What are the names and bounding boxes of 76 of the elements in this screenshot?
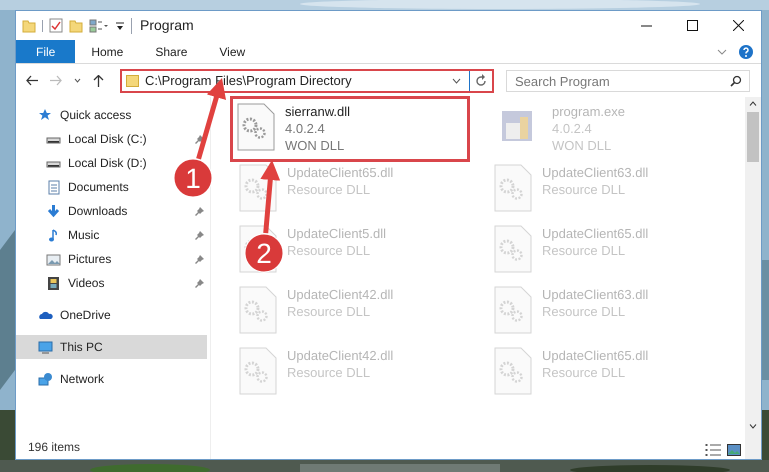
- pc-icon: [38, 340, 53, 354]
- gear-file-icon: [239, 347, 277, 395]
- file-detail: Resource DLL: [287, 364, 372, 381]
- help-icon[interactable]: [739, 44, 753, 58]
- video-icon: [46, 276, 61, 290]
- close-icon: [732, 20, 744, 31]
- file-detail: Resource DLL: [287, 181, 372, 198]
- ribbon-tab[interactable]: File: [16, 40, 76, 63]
- details-view-icon[interactable]: [705, 444, 721, 456]
- refresh-icon[interactable]: [475, 74, 487, 87]
- gear-file-icon: [494, 164, 532, 212]
- ribbon-tab[interactable]: View: [203, 40, 262, 63]
- pin-icon[interactable]: [195, 254, 204, 264]
- annotation-badge: [174, 158, 212, 198]
- gear-file-icon: [494, 225, 532, 273]
- dropdown-icon[interactable]: [115, 20, 125, 30]
- chevron-down-icon[interactable]: [452, 78, 461, 84]
- ribbon-tab[interactable]: Share: [139, 40, 204, 63]
- file-detail: WON DLL: [285, 137, 346, 154]
- large-icons-view-icon[interactable]: [727, 444, 741, 456]
- file-detail: Resource DLL: [542, 303, 626, 320]
- nav-item[interactable]: Pictures: [68, 250, 112, 268]
- address-path: C:\Program Files\Program Directory: [145, 72, 352, 90]
- back-icon[interactable]: [26, 75, 38, 86]
- gear-file-icon: [239, 286, 277, 334]
- selected-nav-row[interactable]: This PC: [16, 335, 207, 359]
- gear-file-icon: [494, 347, 532, 395]
- file-detail: 4.0.2.4: [285, 120, 326, 137]
- annotation-badge: [244, 234, 284, 272]
- chevron-down-icon[interactable]: [717, 48, 727, 54]
- nav-item[interactable]: Music: [68, 226, 100, 244]
- file-detail: Resource DLL: [542, 181, 626, 198]
- network-icon: [38, 372, 53, 386]
- status-text: 196 items: [28, 439, 82, 456]
- file-name[interactable]: sierranw.dll: [285, 103, 350, 120]
- pin-icon[interactable]: [195, 134, 204, 144]
- file-detail: WON DLL: [552, 137, 612, 154]
- file-detail: 4.0.2.4: [552, 120, 593, 137]
- nav-item[interactable]: Downloads: [68, 202, 128, 220]
- properties-icon[interactable]: [49, 18, 63, 33]
- search-field[interactable]: Search Program: [506, 70, 750, 92]
- nav-item[interactable]: Network: [60, 370, 104, 388]
- scroll-up-icon[interactable]: [749, 101, 757, 106]
- nav-item[interactable]: Quick access: [60, 106, 132, 124]
- nav-item[interactable]: Local Disk (C:): [68, 130, 147, 148]
- nav-item[interactable]: OneDrive: [60, 306, 111, 324]
- address-bar[interactable]: C:\Program Files\Program Directory: [120, 68, 494, 92]
- nav-item[interactable]: This PC: [60, 338, 103, 356]
- file-detail: Resource DLL: [287, 303, 372, 320]
- file-detail: Resource DLL: [542, 242, 626, 259]
- gear-file-icon: [494, 286, 532, 334]
- maximize-icon: [686, 20, 698, 31]
- pin-icon[interactable]: [195, 278, 204, 288]
- file-detail: Resource DLL: [542, 364, 626, 381]
- nav-item[interactable]: Local Disk (D:): [68, 154, 147, 172]
- nav-item[interactable]: Videos: [68, 274, 104, 292]
- window-title: Program: [140, 16, 194, 35]
- chevron-down-icon[interactable]: [74, 78, 81, 83]
- gear-file-icon: [237, 103, 275, 151]
- nav-item[interactable]: Documents: [68, 178, 129, 196]
- file-detail: Resource DLL: [287, 242, 372, 259]
- folder-icon: [126, 74, 139, 88]
- document-icon: [46, 180, 61, 194]
- annotation-number: 1: [185, 163, 201, 194]
- search-icon: [730, 74, 742, 86]
- pictures-icon: [46, 252, 61, 266]
- scroll-down-icon[interactable]: [749, 424, 757, 429]
- annotation-number: 2: [256, 238, 272, 269]
- up-icon[interactable]: [93, 74, 104, 86]
- scrollbar-thumb[interactable]: [747, 112, 759, 162]
- view-options-icon[interactable]: [89, 18, 109, 32]
- star-icon: [38, 108, 53, 122]
- pin-icon[interactable]: [195, 230, 204, 240]
- pin-icon[interactable]: [195, 206, 204, 216]
- download-icon: [46, 204, 61, 218]
- ribbon-tab[interactable]: Home: [75, 40, 140, 63]
